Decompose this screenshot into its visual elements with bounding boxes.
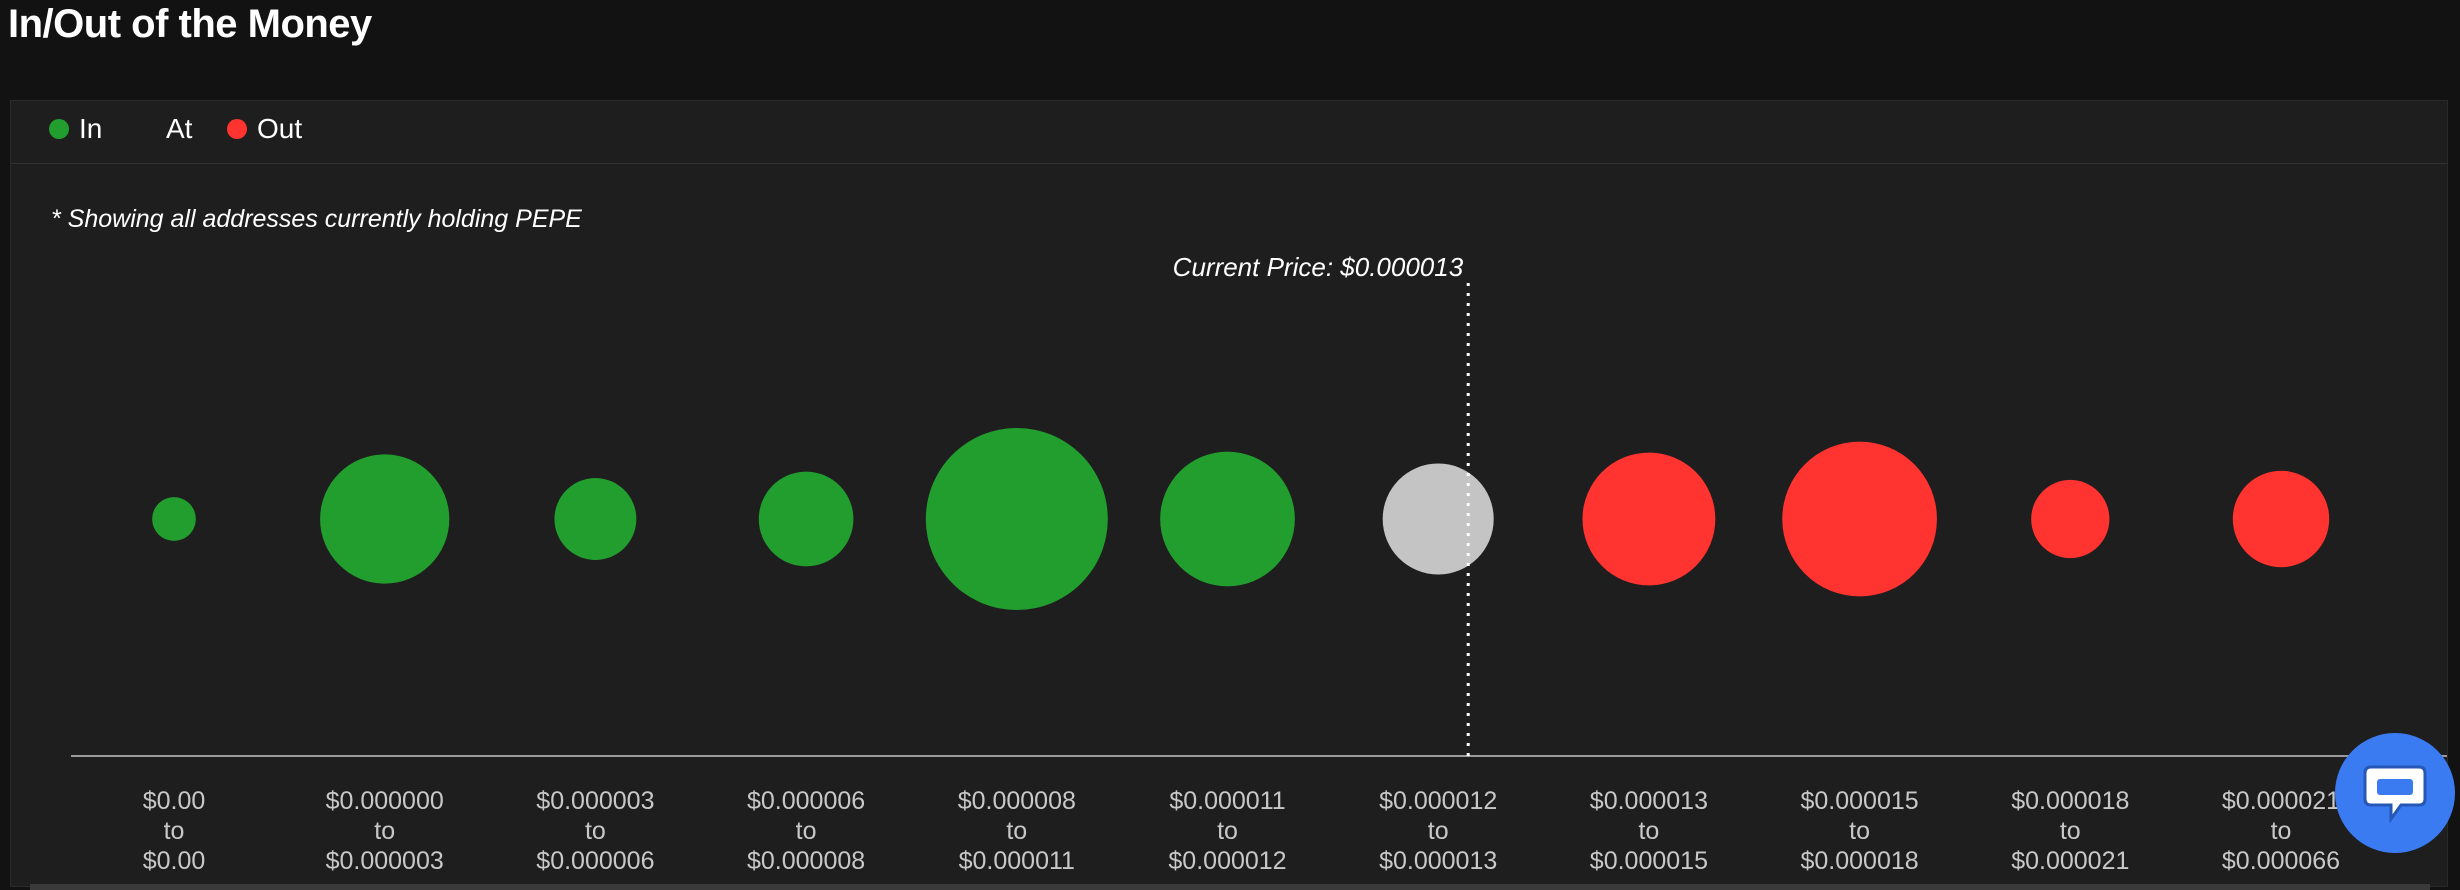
tick-label-to-word: to	[2060, 817, 2081, 845]
tick-label-from: $0.000008	[958, 787, 1076, 815]
bubble-out[interactable]	[1582, 452, 1716, 586]
tick-label-from: $0.000000	[326, 787, 444, 815]
current-price-label: Current Price: $0.000013	[1173, 252, 1464, 282]
tick-label-to: $0.00	[143, 847, 206, 875]
bubble-in[interactable]	[925, 428, 1108, 610]
tick-label-from: $0.000015	[1801, 787, 1919, 815]
tick-label-from: $0.000012	[1379, 787, 1497, 815]
chart-panel: In At Out * Showing all addresses curren…	[10, 100, 2448, 887]
bubble-at[interactable]	[1382, 463, 1494, 575]
tick-label-from: $0.000003	[536, 787, 654, 815]
tick-label-to: $0.000013	[1379, 847, 1497, 875]
tick-label-from: $0.000006	[747, 787, 865, 815]
tick-label-to: $0.000003	[326, 847, 444, 875]
tick-label-to: $0.000011	[959, 847, 1075, 875]
tick-label-to-word: to	[1006, 817, 1027, 845]
tick-label-to-word: to	[374, 817, 395, 845]
tick-label-to-word: to	[2271, 817, 2292, 845]
tick-label-from: $0.000021	[2222, 787, 2340, 815]
bubble-in[interactable]	[1160, 451, 1295, 587]
chat-bubble-icon	[2363, 765, 2427, 823]
bubble-in[interactable]	[320, 454, 450, 584]
tick-label-to-word: to	[796, 817, 817, 845]
page-title: In/Out of the Money	[8, 2, 372, 46]
tick-label-to: $0.000066	[2222, 847, 2340, 875]
chat-button[interactable]	[2335, 733, 2455, 853]
tick-label-from: $0.000013	[1590, 787, 1708, 815]
horizontal-scrollbar[interactable]	[30, 884, 2430, 890]
tick-label-to: $0.000021	[2011, 847, 2129, 875]
tick-label-from: $0.000018	[2011, 787, 2129, 815]
bubble-out[interactable]	[2232, 470, 2330, 568]
tick-label-to: $0.000006	[536, 847, 654, 875]
tick-label-to: $0.000008	[747, 847, 865, 875]
tick-label-to-word: to	[1849, 817, 1870, 845]
tick-label-to-word: to	[1638, 817, 1659, 845]
tick-label-to-word: to	[164, 817, 185, 845]
bubble-out[interactable]	[1782, 441, 1937, 597]
tick-label-to: $0.000012	[1168, 847, 1286, 875]
bubble-in[interactable]	[758, 471, 854, 567]
tick-label-to: $0.000015	[1590, 847, 1708, 875]
tick-label-from: $0.00	[143, 787, 206, 815]
tick-label-to-word: to	[1428, 817, 1449, 845]
tick-label-to-word: to	[1217, 817, 1238, 845]
tick-label-to: $0.000018	[1801, 847, 1919, 875]
bubble-in[interactable]	[152, 497, 196, 541]
tick-label-from: $0.000011	[1169, 787, 1285, 815]
tick-label-to-word: to	[585, 817, 606, 845]
bubble-chart: Current Price: $0.000013$0.00to$0.00$0.0…	[71, 252, 2447, 875]
bubble-out[interactable]	[2031, 479, 2110, 559]
bubble-in[interactable]	[554, 478, 637, 560]
